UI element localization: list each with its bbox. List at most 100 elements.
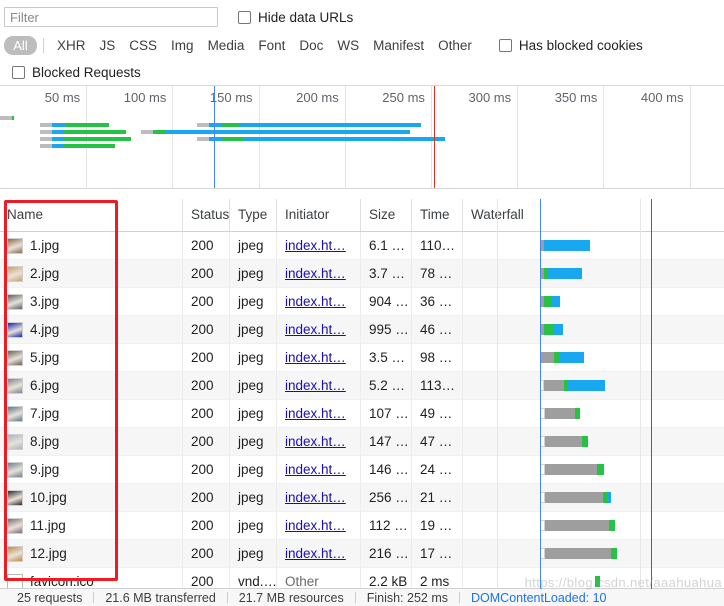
cell-name[interactable]: 8.jpg bbox=[0, 428, 183, 455]
initiator-link[interactable]: index.ht… bbox=[285, 378, 346, 393]
waterfall-download-segment bbox=[597, 464, 604, 475]
cell-initiator[interactable]: index.ht… bbox=[277, 316, 361, 343]
column-header-name[interactable]: Name bbox=[0, 199, 183, 231]
initiator-link[interactable]: index.ht… bbox=[285, 238, 346, 253]
filter-type-img[interactable]: Img bbox=[164, 38, 201, 53]
cell-initiator[interactable]: Other bbox=[277, 568, 361, 589]
checkbox-box-icon[interactable] bbox=[12, 66, 25, 79]
initiator-link[interactable]: index.ht… bbox=[285, 434, 346, 449]
table-row[interactable]: 1.jpg200jpegindex.ht…6.1 …110… bbox=[0, 232, 724, 260]
cell-initiator[interactable]: index.ht… bbox=[277, 428, 361, 455]
cell-waterfall bbox=[463, 288, 724, 315]
cell-name[interactable]: 1.jpg bbox=[0, 232, 183, 259]
hide-data-urls-checkbox[interactable]: Hide data URLs bbox=[238, 10, 353, 25]
checkbox-box-icon[interactable] bbox=[238, 11, 251, 24]
overview-request-bar-queue bbox=[141, 130, 153, 134]
overview-request-bar-queue bbox=[197, 137, 209, 141]
overview-event-line-load bbox=[434, 86, 435, 188]
column-header-initiator[interactable]: Initiator bbox=[277, 199, 361, 231]
table-row[interactable]: 5.jpg200jpegindex.ht…3.5 …98 … bbox=[0, 344, 724, 372]
overview-request-bar-queue bbox=[197, 123, 209, 127]
request-name-label: 6.jpg bbox=[30, 372, 59, 399]
filter-type-css[interactable]: CSS bbox=[122, 38, 164, 53]
filter-type-xhr[interactable]: XHR bbox=[50, 38, 93, 53]
cell-initiator[interactable]: index.ht… bbox=[277, 372, 361, 399]
cell-initiator[interactable]: index.ht… bbox=[277, 344, 361, 371]
column-header-waterfall[interactable]: Waterfall bbox=[463, 199, 724, 231]
initiator-link[interactable]: index.ht… bbox=[285, 462, 346, 477]
has-blocked-cookies-label: Has blocked cookies bbox=[519, 38, 643, 53]
cell-name[interactable]: 10.jpg bbox=[0, 484, 183, 511]
cell-waterfall bbox=[463, 232, 724, 259]
column-header-type[interactable]: Type bbox=[230, 199, 277, 231]
cell-name[interactable]: 5.jpg bbox=[0, 344, 183, 371]
filter-type-all[interactable]: All bbox=[4, 36, 37, 55]
waterfall-content-segment bbox=[559, 352, 584, 363]
has-blocked-cookies-checkbox[interactable]: Has blocked cookies bbox=[499, 38, 643, 53]
table-row[interactable]: 4.jpg200jpegindex.ht…995 …46 … bbox=[0, 316, 724, 344]
cell-name[interactable]: 11.jpg bbox=[0, 512, 183, 539]
table-row[interactable]: 7.jpg200jpegindex.ht…107 …49 … bbox=[0, 400, 724, 428]
table-row[interactable]: 8.jpg200jpegindex.ht…147 …47 … bbox=[0, 428, 724, 456]
blocked-requests-checkbox[interactable]: Blocked Requests bbox=[12, 65, 141, 80]
cell-name[interactable]: 9.jpg bbox=[0, 456, 183, 483]
initiator-link[interactable]: index.ht… bbox=[285, 294, 346, 309]
filter-type-font[interactable]: Font bbox=[251, 38, 292, 53]
filter-type-media[interactable]: Media bbox=[201, 38, 252, 53]
checkbox-box-icon[interactable] bbox=[499, 39, 512, 52]
column-header-status[interactable]: Status bbox=[183, 199, 230, 231]
cell-initiator[interactable]: index.ht… bbox=[277, 400, 361, 427]
column-header-size[interactable]: Size bbox=[361, 199, 412, 231]
cell-type: jpeg bbox=[230, 344, 277, 371]
cell-name[interactable]: 3.jpg bbox=[0, 288, 183, 315]
network-overview[interactable]: 50 ms100 ms150 ms200 ms250 ms300 ms350 m… bbox=[0, 85, 724, 189]
cell-initiator[interactable]: index.ht… bbox=[277, 456, 361, 483]
initiator-link[interactable]: index.ht… bbox=[285, 406, 346, 421]
cell-type: jpeg bbox=[230, 288, 277, 315]
initiator-link[interactable]: index.ht… bbox=[285, 490, 346, 505]
filter-type-manifest[interactable]: Manifest bbox=[366, 38, 431, 53]
overview-request-bar bbox=[209, 137, 445, 141]
filter-type-js[interactable]: JS bbox=[93, 38, 123, 53]
filter-type-doc[interactable]: Doc bbox=[292, 38, 330, 53]
initiator-link[interactable]: index.ht… bbox=[285, 350, 346, 365]
initiator-link[interactable]: index.ht… bbox=[285, 322, 346, 337]
table-row[interactable]: 9.jpg200jpegindex.ht…146 …24 … bbox=[0, 456, 724, 484]
cell-size: 112 … bbox=[361, 512, 412, 539]
table-row[interactable]: 12.jpg200jpegindex.ht…216 …17 … bbox=[0, 540, 724, 568]
cell-name[interactable]: 4.jpg bbox=[0, 316, 183, 343]
table-row[interactable]: 6.jpg200jpegindex.ht…5.2 …113… bbox=[0, 372, 724, 400]
cell-initiator[interactable]: index.ht… bbox=[277, 260, 361, 287]
cell-type: jpeg bbox=[230, 316, 277, 343]
cell-name[interactable]: 12.jpg bbox=[0, 540, 183, 567]
cell-initiator[interactable]: index.ht… bbox=[277, 512, 361, 539]
column-header-time[interactable]: Time bbox=[412, 199, 463, 231]
table-row[interactable]: 2.jpg200jpegindex.ht…3.7 …78 … bbox=[0, 260, 724, 288]
cell-name[interactable]: favicon.ico bbox=[0, 568, 183, 589]
overview-request-bar bbox=[153, 130, 410, 134]
initiator-link[interactable]: index.ht… bbox=[285, 518, 346, 533]
cell-initiator[interactable]: index.ht… bbox=[277, 540, 361, 567]
cell-waterfall bbox=[463, 484, 724, 511]
cell-status: 200 bbox=[183, 288, 230, 315]
cell-name[interactable]: 6.jpg bbox=[0, 372, 183, 399]
cell-initiator[interactable]: index.ht… bbox=[277, 288, 361, 315]
initiator-link[interactable]: index.ht… bbox=[285, 546, 346, 561]
cell-initiator[interactable]: index.ht… bbox=[277, 232, 361, 259]
filter-input[interactable] bbox=[4, 7, 218, 27]
grid-gridline bbox=[640, 199, 641, 589]
filter-type-other[interactable]: Other bbox=[431, 38, 479, 53]
initiator-link[interactable]: index.ht… bbox=[285, 266, 346, 281]
cell-type: jpeg bbox=[230, 232, 277, 259]
cell-name[interactable]: 7.jpg bbox=[0, 400, 183, 427]
filter-type-ws[interactable]: WS bbox=[330, 38, 366, 53]
table-row[interactable]: 3.jpg200jpegindex.ht…904 …36 … bbox=[0, 288, 724, 316]
cell-status: 200 bbox=[183, 400, 230, 427]
table-row[interactable]: 11.jpg200jpegindex.ht…112 …19 … bbox=[0, 512, 724, 540]
cell-size: 5.2 … bbox=[361, 372, 412, 399]
thumbnail-icon bbox=[7, 322, 23, 338]
table-row[interactable]: 10.jpg200jpegindex.ht…256 …21 … bbox=[0, 484, 724, 512]
cell-name[interactable]: 2.jpg bbox=[0, 260, 183, 287]
cell-initiator[interactable]: index.ht… bbox=[277, 484, 361, 511]
thumbnail-icon bbox=[7, 350, 23, 366]
